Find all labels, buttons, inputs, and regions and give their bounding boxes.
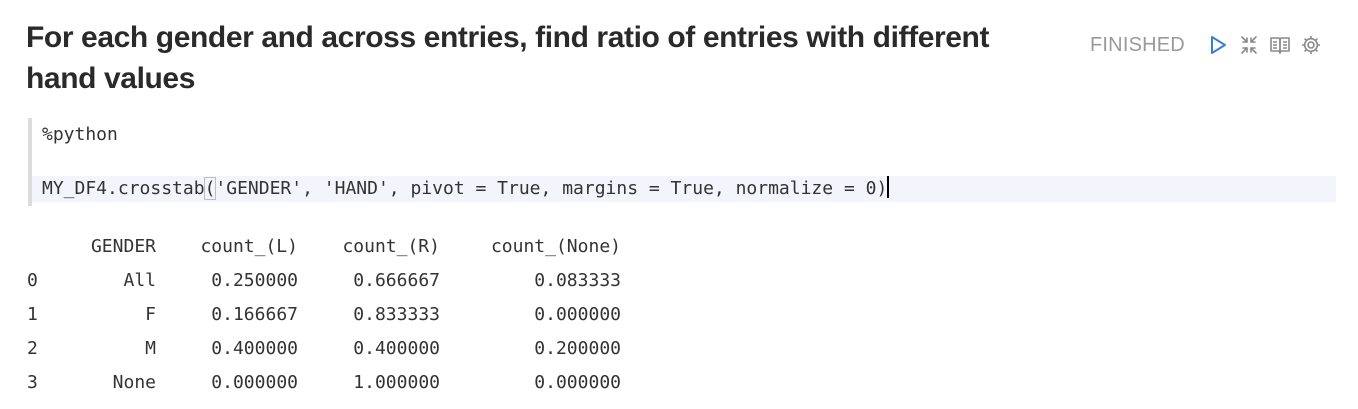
- column-header-count-r: count_(R): [342, 235, 440, 257]
- cell-gender: None: [112, 371, 156, 393]
- table-header-row: GENDER count_(L) count_(R) count_(None): [27, 229, 621, 263]
- code-token-args: 'GENDER', 'HAND', pivot = True, margins …: [215, 178, 888, 199]
- run-icon[interactable]: [1207, 34, 1229, 56]
- column-header-count-l: count_(L): [200, 235, 298, 257]
- code-editor[interactable]: %python MY_DF4.crosstab('GENDER', 'HAND'…: [28, 118, 1340, 206]
- row-index: 2: [27, 337, 38, 359]
- cell-count-l: 0.400000: [211, 337, 298, 359]
- cell-count-r: 0.666667: [353, 269, 440, 291]
- column-header-index: [27, 229, 51, 263]
- cell-count-none: 0.200000: [534, 337, 621, 359]
- column-header-count-none: count_(None): [490, 235, 621, 257]
- code-line-active[interactable]: MY_DF4.crosstab('GENDER', 'HAND', pivot …: [32, 176, 1336, 202]
- cell-count-l: 0.000000: [211, 371, 298, 393]
- cell-gender: M: [145, 337, 156, 359]
- cell-count-none: 0.083333: [534, 269, 621, 291]
- cell-count-none: 0.000000: [534, 303, 621, 325]
- table-row: 0 All 0.250000 0.666667 0.083333: [27, 263, 621, 297]
- row-index: 0: [27, 269, 38, 291]
- cell-count-none: 0.000000: [534, 371, 621, 393]
- result-table: GENDER count_(L) count_(R) count_(None) …: [27, 229, 621, 399]
- table-row: 2 M 0.400000 0.400000 0.200000: [27, 331, 621, 365]
- cell-gender: All: [123, 269, 156, 291]
- cell-gender: F: [145, 303, 156, 325]
- cell-count-r: 0.833333: [353, 303, 440, 325]
- table-row: 1 F 0.166667 0.833333 0.000000: [27, 297, 621, 331]
- status-label: FINISHED: [1090, 33, 1185, 56]
- code-token-call: MY_DF4.crosstab: [42, 178, 205, 199]
- row-index: 1: [27, 303, 38, 325]
- paragraph-title[interactable]: For each gender and across entries, find…: [26, 17, 1026, 99]
- text-cursor: [887, 176, 890, 198]
- bracket-match-highlight: (: [203, 177, 217, 200]
- notebook-paragraph: For each gender and across entries, find…: [0, 0, 1358, 409]
- settings-icon[interactable]: [1300, 34, 1322, 56]
- cell-count-r: 0.400000: [353, 337, 440, 359]
- table-row: 3 None 0.000000 1.000000 0.000000: [27, 365, 621, 399]
- code-line-interpreter[interactable]: %python: [42, 122, 118, 148]
- cell-count-r: 1.000000: [353, 371, 440, 393]
- collapse-icon[interactable]: [1238, 34, 1260, 56]
- paragraph-controls: FINISHED: [1090, 31, 1331, 59]
- column-header-gender: GENDER: [90, 235, 156, 257]
- cell-count-l: 0.166667: [211, 303, 298, 325]
- row-index: 3: [27, 371, 38, 393]
- book-icon[interactable]: [1269, 34, 1291, 56]
- paragraph-output: GENDER count_(L) count_(R) count_(None) …: [27, 229, 621, 399]
- cell-count-l: 0.250000: [211, 269, 298, 291]
